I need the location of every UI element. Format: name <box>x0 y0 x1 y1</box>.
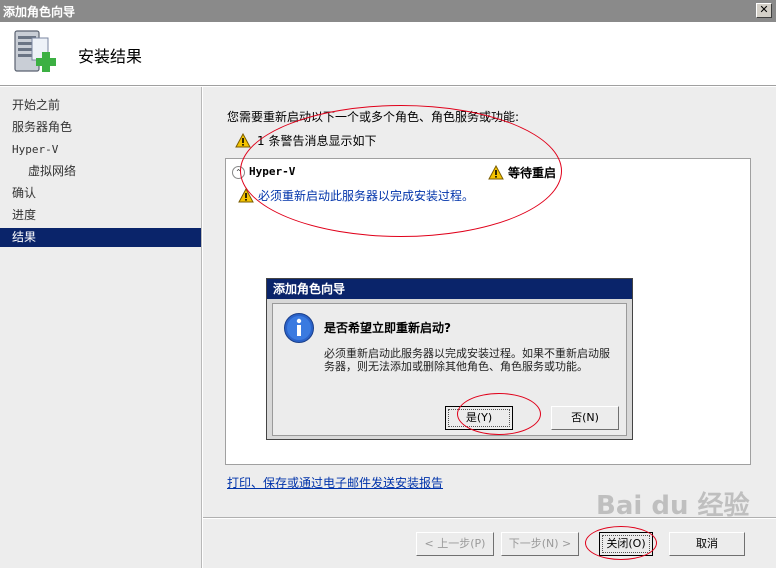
result-status: 等待重启 <box>488 164 556 181</box>
next-button[interactable]: 下一步(N) > <box>501 532 579 556</box>
restart-yes-button[interactable]: 是(Y) <box>445 406 513 430</box>
result-message-text: 必须重新启动此服务器以完成安装过程。 <box>258 189 475 203</box>
install-report-link[interactable]: 打印、保存或通过电子邮件发送安装报告 <box>227 474 443 491</box>
previous-button[interactable]: < 上一步(P) <box>416 532 494 556</box>
close-button[interactable]: 关闭(O) <box>599 532 653 556</box>
warning-icon <box>235 133 251 148</box>
result-role-name: Hyper-V <box>249 165 296 178</box>
result-message: 必须重新启动此服务器以完成安装过程。 <box>238 187 474 204</box>
result-row-hyper-v: ⌃ Hyper-V 等待重启 <box>232 165 746 181</box>
sidebar-item-virtual-networks[interactable]: 虚拟网络 <box>0 162 201 181</box>
restart-dialog: 添加角色向导 是否希望立即重新启动? 必须重新启动此服务器以完成安装过程。如果不… <box>266 278 633 440</box>
wizard-sidebar: 开始之前 服务器角色 Hyper-V 虚拟网络 确认 进度 结果 <box>0 87 202 568</box>
cancel-button[interactable]: 取消 <box>669 532 745 556</box>
dialog-message: 必须重新启动此服务器以完成安装过程。如果不重新启动服务器，则无法添加或删除其他角… <box>324 347 610 373</box>
sidebar-item-server-roles[interactable]: 服务器角色 <box>0 118 201 137</box>
wizard-header: 安装结果 <box>0 22 776 86</box>
warning-icon <box>238 188 254 203</box>
server-add-role-icon <box>14 30 56 72</box>
window-close-button[interactable]: ✕ <box>756 3 772 18</box>
page-title: 安装结果 <box>78 47 143 66</box>
collapse-chevron-icon[interactable]: ⌃ <box>232 166 245 179</box>
window-title: 添加角色向导 <box>3 5 76 19</box>
sidebar-item-before-you-begin[interactable]: 开始之前 <box>0 96 201 115</box>
baidu-watermark: Bai du 经验 <box>596 491 750 521</box>
window-titlebar: 添加角色向导 ✕ <box>0 0 776 22</box>
warning-summary: 1 条警告消息显示如下 <box>235 132 376 149</box>
dialog-body: 是否希望立即重新启动? 必须重新启动此服务器以完成安装过程。如果不重新启动服务器… <box>272 303 627 436</box>
sidebar-item-results[interactable]: 结果 <box>0 228 201 247</box>
dialog-title: 添加角色向导 <box>267 279 632 299</box>
sidebar-item-confirmation[interactable]: 确认 <box>0 184 201 203</box>
result-status-text: 等待重启 <box>508 166 557 180</box>
restart-intro-text: 您需要重新启动以下一个或多个角色、角色服务或功能: <box>227 110 520 124</box>
sidebar-item-progress[interactable]: 进度 <box>0 206 201 225</box>
warning-summary-text: 1 条警告消息显示如下 <box>257 134 377 148</box>
sidebar-item-hyper-v[interactable]: Hyper-V <box>0 140 201 159</box>
dialog-question: 是否希望立即重新启动? <box>324 321 451 335</box>
warning-icon <box>488 165 504 180</box>
info-icon <box>284 313 314 343</box>
restart-no-button[interactable]: 否(N) <box>551 406 619 430</box>
